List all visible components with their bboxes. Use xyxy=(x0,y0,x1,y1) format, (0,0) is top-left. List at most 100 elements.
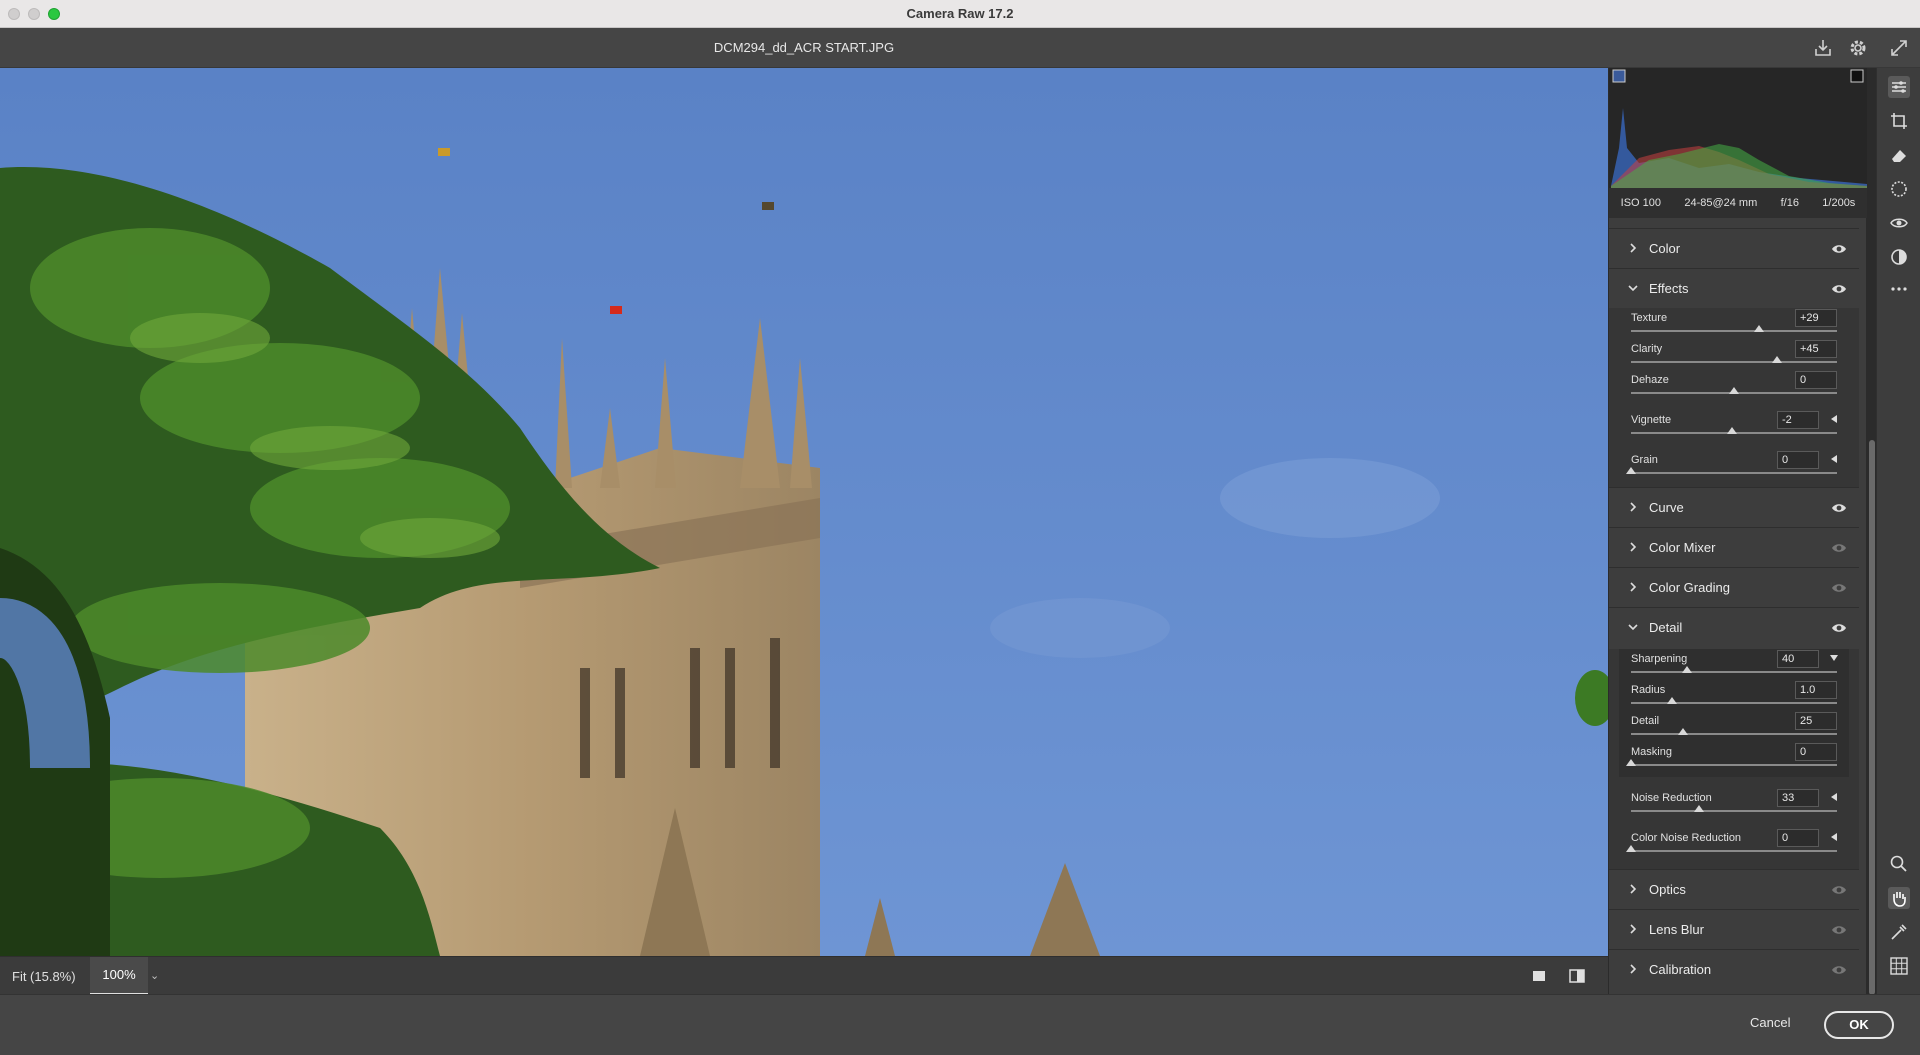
expand-triangle-left-icon[interactable] xyxy=(1829,454,1839,464)
texture-slider[interactable]: Texture +29 xyxy=(1609,308,1859,339)
expand-triangle-left-icon[interactable] xyxy=(1829,792,1839,802)
single-view-icon[interactable] xyxy=(1530,967,1548,985)
cancel-button[interactable]: Cancel xyxy=(1750,1015,1790,1030)
slider-thumb[interactable] xyxy=(1726,427,1737,434)
eye-icon[interactable] xyxy=(1831,924,1847,936)
hand-icon[interactable] xyxy=(1888,887,1910,909)
sharpening-slider[interactable]: Sharpening 40 xyxy=(1619,649,1849,680)
sharpening-value[interactable]: 40 xyxy=(1777,650,1819,668)
shadow-clip-icon[interactable] xyxy=(1612,69,1626,83)
crop-icon[interactable] xyxy=(1888,110,1910,132)
title-bar: Camera Raw 17.2 xyxy=(0,0,1920,28)
eraser-heal-icon[interactable] xyxy=(1888,144,1910,166)
eye-icon[interactable] xyxy=(1831,542,1847,554)
slider-track[interactable] xyxy=(1631,361,1837,363)
expand-triangle-left-icon[interactable] xyxy=(1829,832,1839,842)
save-image-icon[interactable] xyxy=(1812,37,1834,59)
eye-icon[interactable] xyxy=(1831,243,1847,255)
slider-thumb[interactable] xyxy=(1667,697,1678,704)
section-optics[interactable]: Optics xyxy=(1609,869,1859,909)
detail-amount-value[interactable]: 25 xyxy=(1795,712,1837,730)
clarity-slider[interactable]: Clarity +45 xyxy=(1609,339,1859,370)
section-detail[interactable]: Detail xyxy=(1609,607,1859,647)
eye-icon[interactable] xyxy=(1831,622,1847,634)
slider-track[interactable] xyxy=(1631,702,1837,704)
noise-reduction-slider[interactable]: Noise Reduction 33 xyxy=(1609,779,1859,819)
color-noise-reduction-value[interactable]: 0 xyxy=(1777,829,1819,847)
grid-overlay-icon[interactable] xyxy=(1888,955,1910,977)
chevron-right-icon xyxy=(1630,542,1637,552)
sampler-icon[interactable] xyxy=(1888,921,1910,943)
slider-track[interactable] xyxy=(1631,472,1837,474)
vignette-value[interactable]: -2 xyxy=(1777,411,1819,429)
section-color[interactable]: Color xyxy=(1609,228,1859,268)
section-lens-blur[interactable]: Lens Blur xyxy=(1609,909,1859,949)
tool-strip xyxy=(1876,68,1920,994)
slider-track[interactable] xyxy=(1631,810,1837,812)
slider-thumb[interactable] xyxy=(1626,467,1636,474)
before-after-icon[interactable] xyxy=(1568,967,1586,985)
radius-value[interactable]: 1.0 xyxy=(1795,681,1837,699)
chevron-down-icon xyxy=(1628,624,1638,631)
slider-thumb[interactable] xyxy=(1626,759,1636,766)
eye-icon[interactable] xyxy=(1831,582,1847,594)
detail-amount-slider[interactable]: Detail 25 xyxy=(1619,711,1849,742)
image-preview[interactable] xyxy=(0,68,1608,956)
footer-bar: Cancel OK xyxy=(0,994,1920,1055)
vignette-slider[interactable]: Vignette -2 xyxy=(1609,401,1859,441)
highlight-clip-icon[interactable] xyxy=(1850,69,1864,83)
edit-sliders-icon[interactable] xyxy=(1888,76,1910,98)
effects-sliders: Texture +29 Clarity +45 Dehaze 0 Vignett… xyxy=(1609,308,1859,487)
slider-thumb[interactable] xyxy=(1626,845,1636,852)
noise-reduction-value[interactable]: 33 xyxy=(1777,789,1819,807)
section-effects[interactable]: Effects xyxy=(1609,268,1859,308)
slider-thumb[interactable] xyxy=(1693,805,1704,812)
slider-track[interactable] xyxy=(1631,733,1837,735)
eye-icon[interactable] xyxy=(1831,964,1847,976)
dehaze-value[interactable]: 0 xyxy=(1795,371,1837,389)
presets-icon[interactable] xyxy=(1888,246,1910,268)
expand-triangle-left-icon[interactable] xyxy=(1829,414,1839,424)
grain-value[interactable]: 0 xyxy=(1777,451,1819,469)
slider-track[interactable] xyxy=(1631,764,1837,766)
fullscreen-icon[interactable] xyxy=(1888,37,1910,59)
exif-iso: ISO 100 xyxy=(1620,197,1662,209)
masking-slider[interactable]: Masking 0 xyxy=(1619,742,1849,773)
gear-icon[interactable] xyxy=(1847,37,1869,59)
section-curve[interactable]: Curve xyxy=(1609,487,1859,527)
masking-icon[interactable] xyxy=(1888,178,1910,200)
slider-track[interactable] xyxy=(1631,330,1837,332)
scrollbar-thumb[interactable] xyxy=(1869,440,1875,995)
zoom-fit-button[interactable]: Fit (15.8%) xyxy=(12,969,76,984)
eye-icon[interactable] xyxy=(1831,884,1847,896)
zoom-icon[interactable] xyxy=(1888,853,1910,875)
zoom-dropdown-chevron-down-icon[interactable]: ⌄ xyxy=(150,969,159,982)
ok-button[interactable]: OK xyxy=(1824,1011,1894,1039)
collapse-triangle-down-icon[interactable] xyxy=(1829,653,1839,663)
section-color-grading[interactable]: Color Grading xyxy=(1609,567,1859,607)
slider-thumb[interactable] xyxy=(1729,387,1739,394)
section-color-mixer[interactable]: Color Mixer xyxy=(1609,527,1859,567)
slider-thumb[interactable] xyxy=(1753,325,1764,332)
section-color-label: Color xyxy=(1649,241,1681,256)
slider-thumb[interactable] xyxy=(1681,666,1692,673)
color-noise-reduction-slider[interactable]: Color Noise Reduction 0 xyxy=(1609,819,1859,859)
texture-value[interactable]: +29 xyxy=(1795,309,1837,327)
panel-scrollbar[interactable] xyxy=(1868,440,1876,995)
grain-slider[interactable]: Grain 0 xyxy=(1609,441,1859,481)
eye-icon[interactable] xyxy=(1831,283,1847,295)
masking-value[interactable]: 0 xyxy=(1795,743,1837,761)
zoom-100-button[interactable]: 100% xyxy=(90,957,148,995)
slider-thumb[interactable] xyxy=(1677,728,1688,735)
file-name: DCM294_dd_ACR START.JPG xyxy=(713,40,895,55)
red-eye-icon[interactable] xyxy=(1888,212,1910,234)
slider-thumb[interactable] xyxy=(1772,356,1783,363)
slider-track[interactable] xyxy=(1631,671,1837,673)
more-options-icon[interactable] xyxy=(1888,278,1910,300)
dehaze-slider[interactable]: Dehaze 0 xyxy=(1609,370,1859,401)
section-calibration[interactable]: Calibration xyxy=(1609,949,1859,989)
slider-track[interactable] xyxy=(1631,850,1837,852)
eye-icon[interactable] xyxy=(1831,502,1847,514)
clarity-value[interactable]: +45 xyxy=(1795,340,1837,358)
radius-slider[interactable]: Radius 1.0 xyxy=(1619,680,1849,711)
